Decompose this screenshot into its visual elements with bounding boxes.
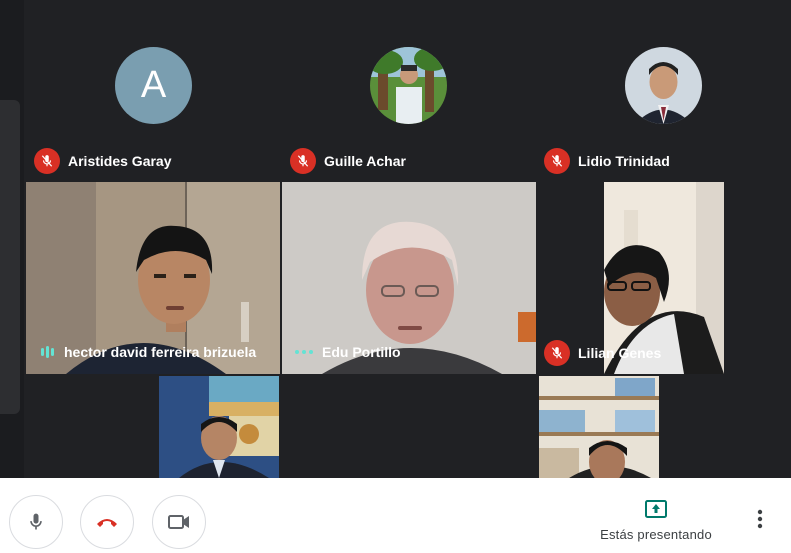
participant-name-row: Guille Achar xyxy=(290,148,406,174)
participant-tile-bottom-left[interactable] xyxy=(26,376,280,478)
participant-name: Edu Portillo xyxy=(322,344,401,360)
mic-off-icon xyxy=(34,148,60,174)
participant-video xyxy=(159,376,279,478)
present-to-all-icon xyxy=(645,500,667,518)
mic-off-icon xyxy=(544,148,570,174)
avatar xyxy=(370,47,447,124)
videocam-icon xyxy=(168,515,189,529)
side-panel-handle[interactable] xyxy=(0,100,20,414)
mic-off-icon xyxy=(290,148,316,174)
participant-name-row: Edu Portillo xyxy=(294,344,401,360)
participant-name: Lilian Genes xyxy=(578,345,662,361)
more-options-button[interactable] xyxy=(745,504,775,534)
participant-tile-hector[interactable]: hector david ferreira brizuela xyxy=(26,182,280,374)
meeting-controls-bar: Estás presentando xyxy=(0,478,791,553)
hang-up-button[interactable] xyxy=(80,495,134,549)
speaking-indicator-icon xyxy=(294,347,314,357)
present-status[interactable]: Estás presentando xyxy=(588,498,724,544)
participant-name-row: Aristides Garay xyxy=(34,148,172,174)
participant-video xyxy=(539,376,659,478)
mic-off-icon xyxy=(544,340,570,366)
participant-tile-edu[interactable]: Edu Portillo xyxy=(282,182,536,374)
camera-button[interactable] xyxy=(152,495,206,549)
participant-name: hector david ferreira brizuela xyxy=(64,344,257,360)
phone-hangup-icon xyxy=(97,519,117,527)
participant-name: Aristides Garay xyxy=(68,153,172,169)
avatar xyxy=(625,47,702,124)
avatar: A xyxy=(115,47,192,124)
participant-name-row: hector david ferreira brizuela xyxy=(38,344,256,360)
participant-name-row: Lilian Genes xyxy=(544,340,661,366)
participant-tile-aristides[interactable]: A Aristides Garay xyxy=(26,0,280,178)
participant-name-row: Lidio Trinidad xyxy=(544,148,670,174)
speaking-indicator-icon xyxy=(38,345,56,359)
participant-tile-bottom-right[interactable] xyxy=(538,376,791,478)
participant-tile-guille[interactable]: Guille Achar xyxy=(282,0,536,178)
present-label: Estás presentando xyxy=(600,527,712,542)
participant-name: Lidio Trinidad xyxy=(578,153,670,169)
microphone-button[interactable] xyxy=(9,495,63,549)
participant-tile-lidio[interactable]: Lidio Trinidad xyxy=(538,0,791,178)
participant-tile-lilian[interactable]: Lilian Genes xyxy=(538,182,791,374)
more-vert-icon xyxy=(757,509,763,529)
microphone-icon xyxy=(30,513,42,530)
participant-name: Guille Achar xyxy=(324,153,406,169)
